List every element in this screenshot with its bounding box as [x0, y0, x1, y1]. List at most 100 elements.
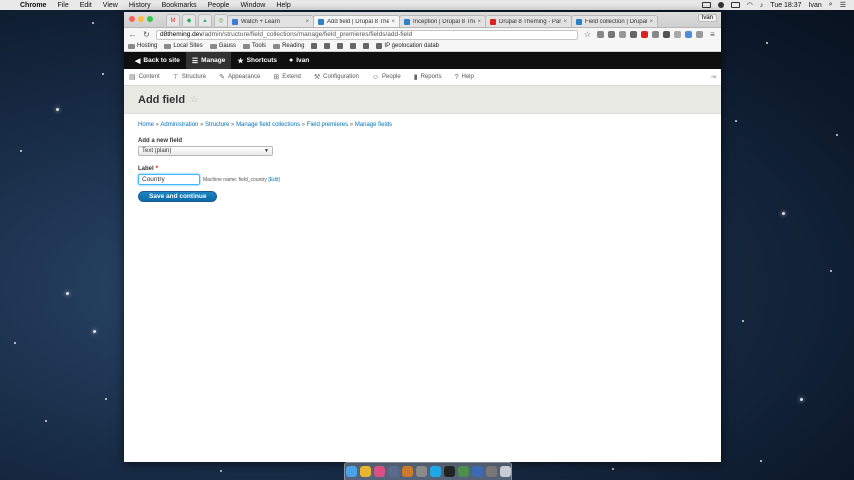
pinned-tab-2[interactable]: ◆	[182, 14, 196, 26]
tab-inception[interactable]: Inception | Drupal 8 Them ×	[399, 15, 486, 27]
extension-mail-icon[interactable]	[674, 31, 681, 38]
finder-icon[interactable]	[345, 466, 357, 477]
shortcut-star-icon[interactable]: ☆	[190, 94, 198, 105]
back-to-site-link[interactable]: ◀ Back to site	[129, 52, 186, 69]
skype-icon[interactable]	[429, 466, 441, 477]
tray-people[interactable]: ☺ People	[372, 74, 401, 81]
menu-edit[interactable]: Edit	[80, 2, 92, 9]
close-tab-icon[interactable]: ×	[563, 19, 567, 25]
bookmark-icon-4[interactable]	[350, 43, 357, 49]
bookmark-local-sites[interactable]: Local Sites	[164, 43, 203, 49]
extension-y-icon[interactable]	[597, 31, 604, 38]
trash-icon[interactable]	[499, 466, 511, 477]
bookmark-icon-5[interactable]	[363, 43, 370, 49]
breadcrumb-manage-field-collections[interactable]: Manage field collections	[236, 122, 300, 128]
bookmark-icon-2[interactable]	[324, 43, 331, 49]
tab-field-collection[interactable]: Field collection | Drupal.o ×	[571, 15, 658, 27]
bookmark-reading[interactable]: Reading	[273, 43, 304, 49]
breadcrumb-structure[interactable]: Structure	[205, 122, 229, 128]
close-tab-icon[interactable]: ×	[305, 19, 309, 25]
tray-help[interactable]: ? Help	[455, 74, 474, 81]
chrome-icon[interactable]	[359, 466, 371, 477]
menu-history[interactable]: History	[129, 2, 151, 9]
close-tab-icon[interactable]: ×	[477, 19, 481, 25]
label-input[interactable]: Country	[138, 174, 200, 185]
extension-blue-icon[interactable]	[685, 31, 692, 38]
tray-reports[interactable]: ▮ Reports	[414, 73, 442, 81]
clock[interactable]: Tue 18:37	[770, 2, 801, 9]
bookmark-icon-1[interactable]	[311, 43, 318, 49]
menu-file[interactable]: File	[57, 2, 68, 9]
tray-content[interactable]: ▤ Content	[129, 73, 160, 81]
close-window-button[interactable]	[129, 16, 135, 22]
record-icon[interactable]	[717, 2, 724, 8]
bookmark-icon-3[interactable]	[337, 43, 344, 49]
chrome-menu-icon[interactable]: ≡	[708, 30, 717, 39]
reload-icon[interactable]: ↻	[142, 30, 151, 39]
shortcuts-tab[interactable]: ★ Shortcuts	[231, 52, 283, 69]
zoom-window-button[interactable]	[147, 16, 153, 22]
pinned-tab-4[interactable]: ◎	[214, 14, 228, 26]
app-icon-9[interactable]	[457, 466, 469, 477]
bookmark-tools[interactable]: Tools	[243, 43, 266, 49]
bookmark-ip-geolocation[interactable]: IP geolocation datab	[376, 43, 439, 49]
field-type-select[interactable]: Text (plain) ▼	[138, 146, 273, 156]
back-arrow-icon[interactable]: ←	[128, 30, 137, 39]
machine-name-edit-link[interactable]: [Edit]	[268, 177, 279, 183]
tab-watch-learn[interactable]: Watch + Learn ×	[227, 15, 314, 27]
extension-pencil-icon[interactable]	[652, 31, 659, 38]
menubar-user[interactable]: Ivan	[809, 2, 822, 9]
manage-tab[interactable]: ☰ Manage	[185, 52, 232, 69]
address-bar[interactable]: d8theming.dev/admin/structure/field_coll…	[156, 29, 578, 40]
extension-cloud-icon[interactable]	[619, 31, 626, 38]
menu-view[interactable]: View	[103, 2, 118, 9]
tray-label: Extend	[282, 74, 301, 80]
search-icon[interactable]: ⌕	[829, 1, 833, 9]
tab-drupal-theming-part1[interactable]: Drupal 8 Theming - Part 1 ×	[485, 15, 572, 27]
tab-add-field[interactable]: Add field | Drupal 8 Theme ×	[313, 15, 400, 27]
breadcrumb-home[interactable]: Home	[138, 122, 154, 128]
extension-box-icon[interactable]	[630, 31, 637, 38]
breadcrumb-administration[interactable]: Administration	[160, 122, 198, 128]
tray-extend[interactable]: ⊞ Extend	[273, 73, 301, 81]
menu-bookmarks[interactable]: Bookmarks	[162, 2, 197, 9]
close-tab-icon[interactable]: ×	[649, 19, 653, 25]
tab-label: Add field | Drupal 8 Theme	[327, 18, 389, 25]
minimize-window-button[interactable]	[138, 16, 144, 22]
terminal-icon[interactable]	[443, 466, 455, 477]
volume-icon[interactable]: ♪	[760, 2, 764, 9]
breadcrumb-manage-fields[interactable]: Manage fields	[355, 122, 392, 128]
menu-help[interactable]: Help	[276, 2, 290, 9]
list-icon[interactable]: ☰	[840, 1, 846, 9]
screen-icon[interactable]	[701, 2, 711, 8]
app-icon-5[interactable]	[401, 466, 413, 477]
extension-gear-icon[interactable]	[608, 31, 615, 38]
app-icon-4[interactable]	[387, 466, 399, 477]
save-and-continue-button[interactable]: Save and continue	[138, 191, 218, 202]
tray-orientation-toggle[interactable]: ⇥	[710, 73, 716, 81]
gmail-pinned-tab[interactable]: M	[166, 14, 180, 26]
user-tab[interactable]: ● Ivan	[283, 52, 315, 69]
app-icon-10[interactable]	[471, 466, 483, 477]
pinned-tab-3[interactable]: ▲	[198, 14, 212, 26]
breadcrumb-field-premieres[interactable]: Field premieres	[307, 122, 348, 128]
bookmark-star-icon[interactable]: ☆	[583, 30, 592, 39]
menu-app-name[interactable]: Chrome	[20, 2, 46, 9]
tray-configuration[interactable]: ⚒ Configuration	[314, 73, 359, 81]
menu-window[interactable]: Window	[240, 2, 265, 9]
app-icon-6[interactable]	[415, 466, 427, 477]
itunes-icon[interactable]	[373, 466, 385, 477]
tray-appearance[interactable]: ✎ Appearance	[219, 73, 260, 81]
tray-structure[interactable]: ⊤ Structure	[173, 73, 206, 81]
extension-pocket-icon[interactable]	[696, 31, 703, 38]
extension-red-icon[interactable]	[641, 31, 648, 38]
bookmark-hosting[interactable]: Hosting	[128, 43, 157, 49]
menu-people[interactable]: People	[208, 2, 230, 9]
wifi-icon[interactable]: ◠	[747, 1, 753, 9]
profile-button[interactable]: Ivan	[697, 14, 717, 22]
bookmark-gauss[interactable]: Gauss	[209, 43, 236, 49]
close-tab-icon[interactable]: ×	[391, 19, 395, 25]
app-icon-11[interactable]	[485, 466, 497, 477]
extension-block-icon[interactable]	[663, 31, 670, 38]
battery-icon[interactable]	[730, 2, 740, 8]
